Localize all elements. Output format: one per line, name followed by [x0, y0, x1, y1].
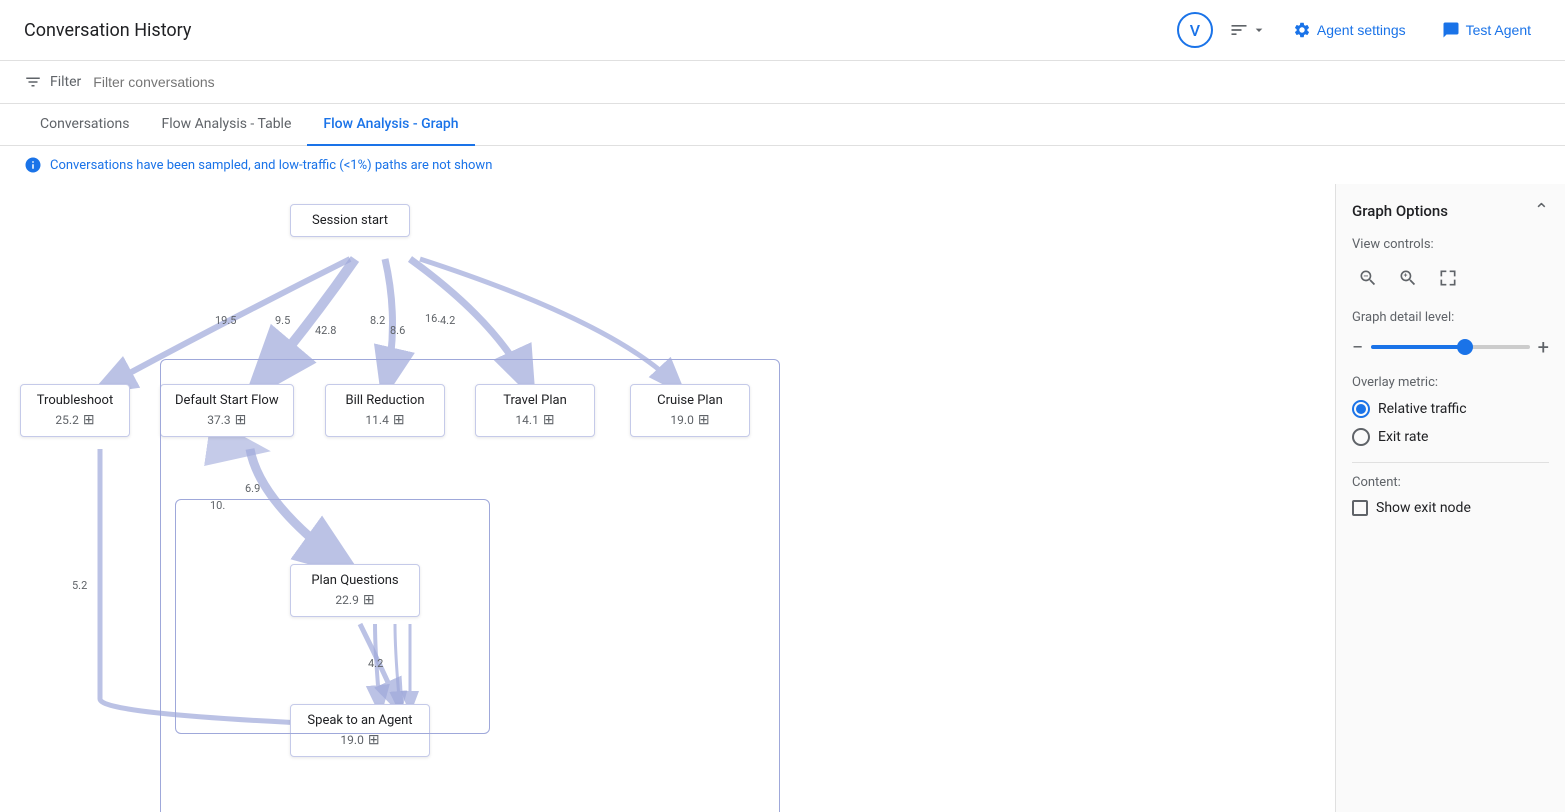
edge-label-default-planq2: 6.9 — [245, 482, 260, 495]
bill-reduction-table-icon[interactable]: ⊞ — [393, 412, 405, 428]
edge-label-ss-travel1: 16. — [425, 312, 440, 325]
divider — [1352, 462, 1549, 463]
panel-header: Graph Options ⌃ — [1352, 200, 1549, 221]
plan-questions-table-icon[interactable]: ⊞ — [363, 592, 375, 608]
troubleshoot-title: Troubleshoot — [35, 393, 115, 408]
edge-label-ss-bill1: 8.2 — [370, 314, 385, 327]
radio-exit-rate-circle — [1352, 428, 1370, 446]
tab-flow-analysis-table[interactable]: Flow Analysis - Table — [145, 104, 307, 146]
graph-detail-label: Graph detail level: — [1352, 310, 1549, 325]
node-plan-questions: Plan Questions 22.9 ⊞ — [290, 564, 420, 617]
panel-title: Graph Options — [1352, 202, 1448, 220]
speak-to-agent-value: 19.0 ⊞ — [305, 732, 415, 748]
view-controls-label: View controls: — [1352, 237, 1549, 252]
radio-relative-traffic-label: Relative traffic — [1378, 401, 1467, 417]
troubleshoot-value: 25.2 ⊞ — [35, 412, 115, 428]
slider-row: − + — [1352, 335, 1549, 359]
plan-questions-value: 22.9 ⊞ — [305, 592, 405, 608]
view-controls — [1352, 262, 1549, 294]
zoom-in-button[interactable] — [1392, 262, 1424, 294]
overlay-metric-label: Overlay metric: — [1352, 375, 1549, 390]
session-start-title: Session start — [305, 213, 395, 228]
edge-label-planq-agent: 4.2 — [368, 657, 383, 670]
node-speak-to-agent: Speak to an Agent 19.0 ⊞ — [290, 704, 430, 757]
info-icon — [24, 156, 42, 174]
tab-flow-analysis-graph[interactable]: Flow Analysis - Graph — [307, 104, 474, 146]
travel-plan-title: Travel Plan — [490, 393, 580, 408]
bill-reduction-title: Bill Reduction — [340, 393, 430, 408]
filter-icon — [24, 73, 42, 91]
info-message: Conversations have been sampled, and low… — [50, 158, 492, 173]
plan-questions-title: Plan Questions — [305, 573, 405, 588]
edge-label-ss-bill2: 8.6 — [390, 324, 405, 337]
page-title: Conversation History — [24, 20, 191, 41]
agent-settings-button[interactable]: Agent settings — [1283, 15, 1416, 45]
cruise-plan-title: Cruise Plan — [645, 393, 735, 408]
slider-minus[interactable]: − — [1352, 335, 1363, 359]
travel-plan-value: 14.1 ⊞ — [490, 412, 580, 428]
filter-text: Filter — [50, 74, 81, 90]
content-label: Content: — [1352, 475, 1549, 490]
cruise-plan-table-icon[interactable]: ⊞ — [698, 412, 710, 428]
graph-area[interactable]: 19.5 9.5 42.8 8.2 8.6 16. 4.2 10. 6.9 4.… — [0, 184, 1335, 812]
node-session-start: Session start — [290, 204, 410, 237]
info-bar: Conversations have been sampled, and low… — [0, 146, 1565, 184]
node-cruise-plan: Cruise Plan 19.0 ⊞ — [630, 384, 750, 437]
radio-exit-rate-label: Exit rate — [1378, 429, 1428, 445]
overlay-metric-group: Relative traffic Exit rate — [1352, 400, 1549, 446]
edge-label-ss-travel2: 4.2 — [440, 314, 455, 327]
detail-level-slider[interactable] — [1371, 345, 1529, 349]
edge-label-troubleshoot-agent: 5.2 — [72, 579, 87, 592]
show-exit-node-label: Show exit node — [1376, 500, 1471, 516]
filter-input[interactable] — [93, 74, 1541, 90]
radio-exit-rate[interactable]: Exit rate — [1352, 428, 1549, 446]
edge-label-ss-default1: 9.5 — [275, 314, 290, 327]
zoom-out-button[interactable] — [1352, 262, 1384, 294]
node-bill-reduction: Bill Reduction 11.4 ⊞ — [325, 384, 445, 437]
show-exit-node-row: Show exit node — [1352, 500, 1549, 516]
slider-plus[interactable]: + — [1538, 335, 1549, 359]
speak-to-agent-table-icon[interactable]: ⊞ — [368, 732, 380, 748]
test-agent-button[interactable]: Test Agent — [1432, 15, 1541, 45]
travel-plan-table-icon[interactable]: ⊞ — [543, 412, 555, 428]
cruise-plan-value: 19.0 ⊞ — [645, 412, 735, 428]
edge-label-default-planq1: 10. — [210, 499, 225, 512]
flow-graph: 19.5 9.5 42.8 8.2 8.6 16. 4.2 10. 6.9 4.… — [20, 204, 820, 804]
edge-label-ss-troubleshoot: 19.5 — [215, 314, 236, 327]
collapse-icon[interactable]: ⌃ — [1534, 200, 1549, 221]
edge-label-ss-default2: 42.8 — [315, 324, 336, 337]
default-start-table-icon[interactable]: ⊞ — [235, 412, 247, 428]
main-content: 19.5 9.5 42.8 8.2 8.6 16. 4.2 10. 6.9 4.… — [0, 184, 1565, 812]
show-exit-node-checkbox[interactable] — [1352, 500, 1368, 516]
node-troubleshoot: Troubleshoot 25.2 ⊞ — [20, 384, 130, 437]
header: Conversation History V Agent settings Te… — [0, 0, 1565, 61]
graph-options-panel: Graph Options ⌃ View controls: Graph det… — [1335, 184, 1565, 812]
test-agent-label: Test Agent — [1466, 22, 1531, 38]
filter-bar: Filter — [0, 61, 1565, 104]
radio-relative-traffic[interactable]: Relative traffic — [1352, 400, 1549, 418]
default-start-value: 37.3 ⊞ — [175, 412, 279, 428]
node-default-start: Default Start Flow 37.3 ⊞ — [160, 384, 294, 437]
bill-reduction-value: 11.4 ⊞ — [340, 412, 430, 428]
tab-conversations[interactable]: Conversations — [24, 104, 145, 146]
filter-label: Filter — [24, 73, 81, 91]
node-travel-plan: Travel Plan 14.1 ⊞ — [475, 384, 595, 437]
speak-to-agent-title: Speak to an Agent — [305, 713, 415, 728]
header-actions: V Agent settings Test Agent — [1177, 12, 1541, 48]
tabs: Conversations Flow Analysis - Table Flow… — [0, 104, 1565, 146]
default-start-title: Default Start Flow — [175, 393, 279, 408]
sort-icon[interactable] — [1229, 20, 1267, 40]
radio-relative-traffic-circle — [1352, 400, 1370, 418]
fit-view-button[interactable] — [1432, 262, 1464, 294]
troubleshoot-table-icon[interactable]: ⊞ — [83, 412, 95, 428]
agent-settings-label: Agent settings — [1317, 22, 1406, 38]
avatar: V — [1177, 12, 1213, 48]
